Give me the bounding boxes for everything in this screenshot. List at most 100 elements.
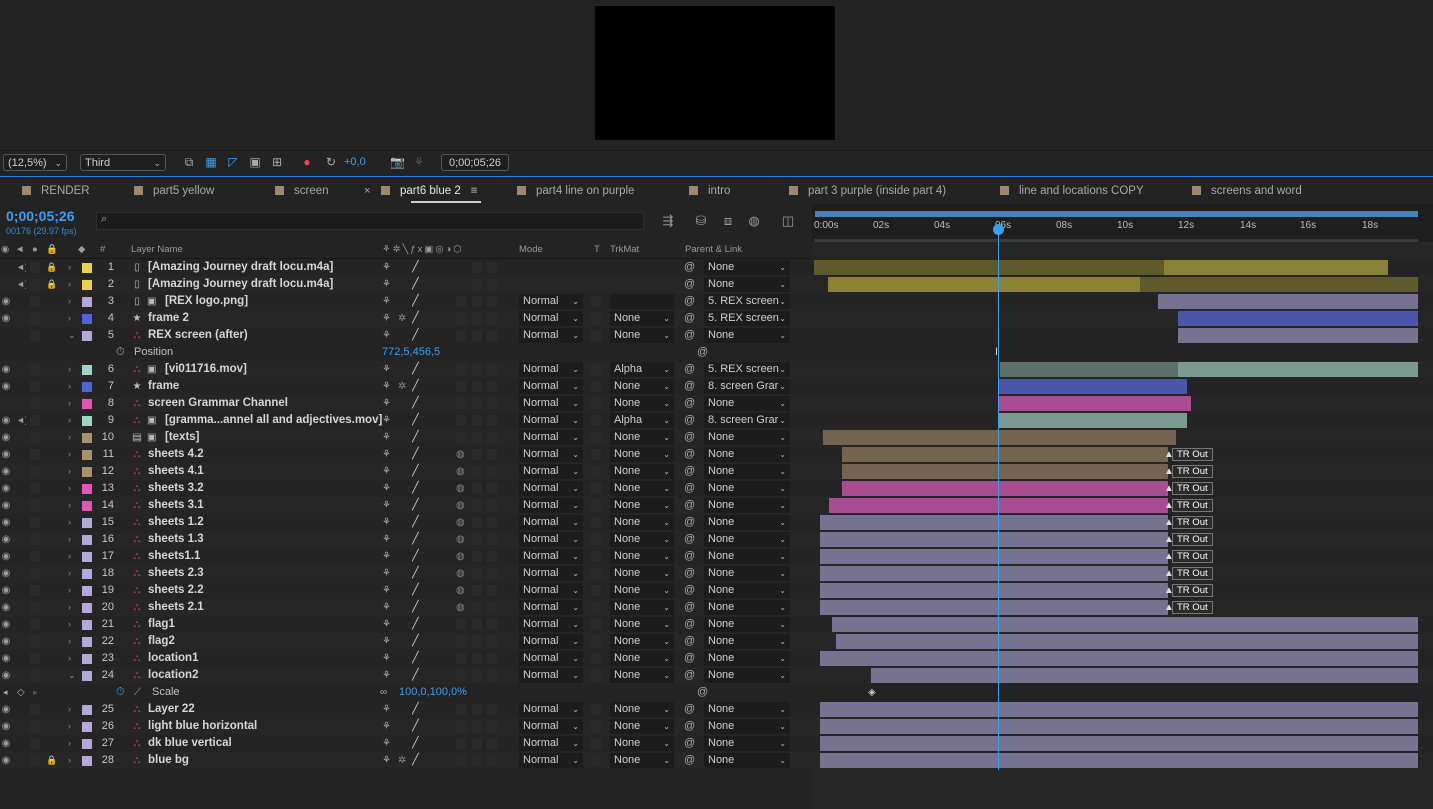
label-color-swatch[interactable] — [82, 280, 92, 290]
switch-box[interactable] — [487, 534, 497, 545]
tab-line-and-locations-copy[interactable]: line and locations COPY — [1000, 177, 1144, 205]
quality-switch-icon[interactable]: ╱ — [412, 718, 422, 735]
preserve-transparency-box[interactable] — [591, 449, 601, 460]
track-matte-dropdown[interactable]: None ⌄ — [610, 702, 674, 717]
pick-whip-icon[interactable]: @ — [684, 718, 696, 735]
layer-name[interactable]: blue bg — [148, 752, 376, 769]
pick-whip-icon[interactable]: @ — [684, 276, 696, 293]
expand-chevron-icon[interactable]: › — [68, 599, 76, 616]
layer-row[interactable]: ◉ › 21 ⛬ flag1 ⚘ ╱ Normal ⌄ None ⌄ @ None ⌄ — [0, 616, 1433, 633]
preserve-transparency-box[interactable] — [591, 398, 601, 409]
switch-box[interactable] — [472, 364, 482, 375]
composition-preview[interactable] — [595, 6, 835, 140]
layer-duration-bar[interactable] — [820, 549, 1168, 564]
parent-dropdown[interactable]: None ⌄ — [704, 634, 790, 649]
track-matte-dropdown[interactable]: None ⌄ — [610, 583, 674, 598]
label-color-swatch[interactable] — [82, 399, 92, 409]
layer-row[interactable]: ◉ › 25 ⛬ Layer 22 ⚘ ╱ Normal ⌄ None ⌄ @ None ⌄ — [0, 701, 1433, 718]
solo-box[interactable] — [30, 585, 40, 596]
track-matte-dropdown[interactable]: None ⌄ — [610, 396, 674, 411]
parent-dropdown[interactable]: 5. REX screen ⌄ — [704, 311, 790, 326]
layer-duration-bar[interactable] — [820, 651, 1418, 666]
preserve-transparency-box[interactable] — [591, 313, 601, 324]
preserve-transparency-box[interactable] — [591, 602, 601, 613]
pick-whip-icon[interactable]: @ — [684, 752, 696, 769]
switch-box[interactable] — [472, 636, 482, 647]
preserve-transparency-box[interactable] — [591, 755, 601, 766]
switch-box[interactable] — [456, 636, 466, 647]
switch-box[interactable] — [456, 364, 466, 375]
solo-box[interactable] — [30, 449, 40, 460]
track-matte-dropdown[interactable]: None ⌄ — [610, 549, 674, 564]
parent-dropdown[interactable]: None ⌄ — [704, 668, 790, 683]
blend-mode-dropdown[interactable]: Normal ⌄ — [519, 413, 583, 428]
composition-mini-flowchart-icon[interactable]: ⇶ — [660, 213, 676, 229]
parent-dropdown[interactable]: None ⌄ — [704, 583, 790, 598]
layer-name[interactable]: sheets 2.2 — [148, 582, 376, 599]
blend-mode-dropdown[interactable]: Normal ⌄ — [519, 430, 583, 445]
track-matte-dropdown[interactable]: None ⌄ — [610, 532, 674, 547]
quality-switch-icon[interactable]: ╱ — [412, 616, 422, 633]
tab-screens-and-word[interactable]: screens and word — [1192, 177, 1302, 205]
blend-mode-dropdown[interactable]: Normal ⌄ — [519, 549, 583, 564]
switch-box[interactable] — [472, 262, 482, 273]
expand-chevron-icon[interactable]: › — [68, 616, 76, 633]
work-area-bar[interactable] — [815, 211, 1418, 217]
label-color-swatch[interactable] — [82, 603, 92, 613]
solo-toggle-icon[interactable]: ● — [32, 244, 38, 255]
visibility-eye-icon[interactable]: ◉ — [0, 650, 12, 667]
tr-out-marker[interactable]: TR Out — [1172, 601, 1213, 614]
visibility-eye-icon[interactable]: ◉ — [0, 514, 12, 531]
layer-duration-bar[interactable] — [820, 753, 1418, 768]
pick-whip-icon[interactable]: @ — [684, 480, 696, 497]
layer-name[interactable]: frame 2 — [148, 310, 376, 327]
label-color-swatch[interactable] — [82, 722, 92, 732]
layer-row[interactable]: ◉ › 23 ⛬ location1 ⚘ ╱ Normal ⌄ None ⌄ @ None ⌄ — [0, 650, 1433, 667]
layer-name[interactable]: [texts] — [165, 429, 393, 446]
track-matte-dropdown[interactable]: None ⌄ — [610, 617, 674, 632]
pick-whip-icon[interactable]: @ — [684, 514, 696, 531]
visibility-eye-icon[interactable]: ◉ — [0, 735, 12, 752]
preserve-transparency-box[interactable] — [591, 585, 601, 596]
expand-chevron-icon[interactable]: › — [68, 718, 76, 735]
collapse-switch-icon[interactable]: ✲ — [398, 310, 408, 327]
parent-dropdown[interactable]: None ⌄ — [704, 498, 790, 513]
switch-box[interactable] — [472, 585, 482, 596]
visibility-eye-icon[interactable]: ◉ — [0, 752, 12, 769]
blend-mode-dropdown[interactable]: Normal ⌄ — [519, 753, 583, 768]
tab-render[interactable]: RENDER — [22, 177, 90, 205]
layer-search-input[interactable] — [96, 212, 644, 230]
layer-name[interactable]: [Amazing Journey draft locu.m4a] — [148, 259, 376, 276]
quality-switch-icon[interactable]: ╱ — [412, 735, 422, 752]
solo-box[interactable] — [30, 534, 40, 545]
solo-box[interactable] — [30, 670, 40, 681]
layer-row[interactable]: ◉ › 4 ★ frame 2 ⚘ ✲ ╱ Normal ⌄ None ⌄ @5. REX screen… — [0, 310, 1433, 327]
prev-keyframe-icon[interactable]: ◂ — [3, 684, 8, 701]
layer-name[interactable]: flag2 — [148, 633, 376, 650]
switch-box[interactable] — [472, 670, 482, 681]
switch-box[interactable] — [472, 755, 482, 766]
quality-switch-icon[interactable]: ╱ — [412, 361, 422, 378]
constrain-proportions-icon[interactable]: ∞ — [380, 684, 387, 701]
fast-previews-icon[interactable]: ⧉ — [182, 155, 196, 169]
layer-name[interactable]: [REX logo.png] — [165, 293, 393, 310]
expand-chevron-icon[interactable]: › — [68, 429, 76, 446]
visibility-eye-icon[interactable]: ◉ — [0, 667, 12, 684]
reset-exposure-icon[interactable]: ↻ — [324, 155, 338, 169]
track-matte-dropdown[interactable]: None ⌄ — [610, 379, 674, 394]
preserve-transparency-box[interactable] — [591, 653, 601, 664]
visibility-eye-icon[interactable]: ◉ — [0, 616, 12, 633]
tab-part6-blue-2[interactable]: part6 blue 2 ≡ — [381, 177, 481, 205]
magnification-dropdown[interactable]: (12,5%) ⌄ — [3, 154, 67, 171]
visibility-eye-icon[interactable]: ◉ — [0, 293, 12, 310]
label-color-swatch[interactable] — [82, 739, 92, 749]
quality-switch-icon[interactable]: ╱ — [412, 480, 422, 497]
quality-switch-icon[interactable]: ╱ — [412, 514, 422, 531]
expression-pick-whip-icon[interactable]: @ — [697, 684, 709, 701]
motion-blur-icon[interactable]: ◍ — [456, 582, 468, 599]
layer-duration-bar[interactable] — [820, 719, 1418, 734]
playhead-handle[interactable] — [993, 224, 1004, 235]
solo-box[interactable] — [30, 415, 40, 426]
switch-box[interactable] — [472, 704, 482, 715]
track-matte-dropdown[interactable]: Alpha ⌄ — [610, 362, 674, 377]
